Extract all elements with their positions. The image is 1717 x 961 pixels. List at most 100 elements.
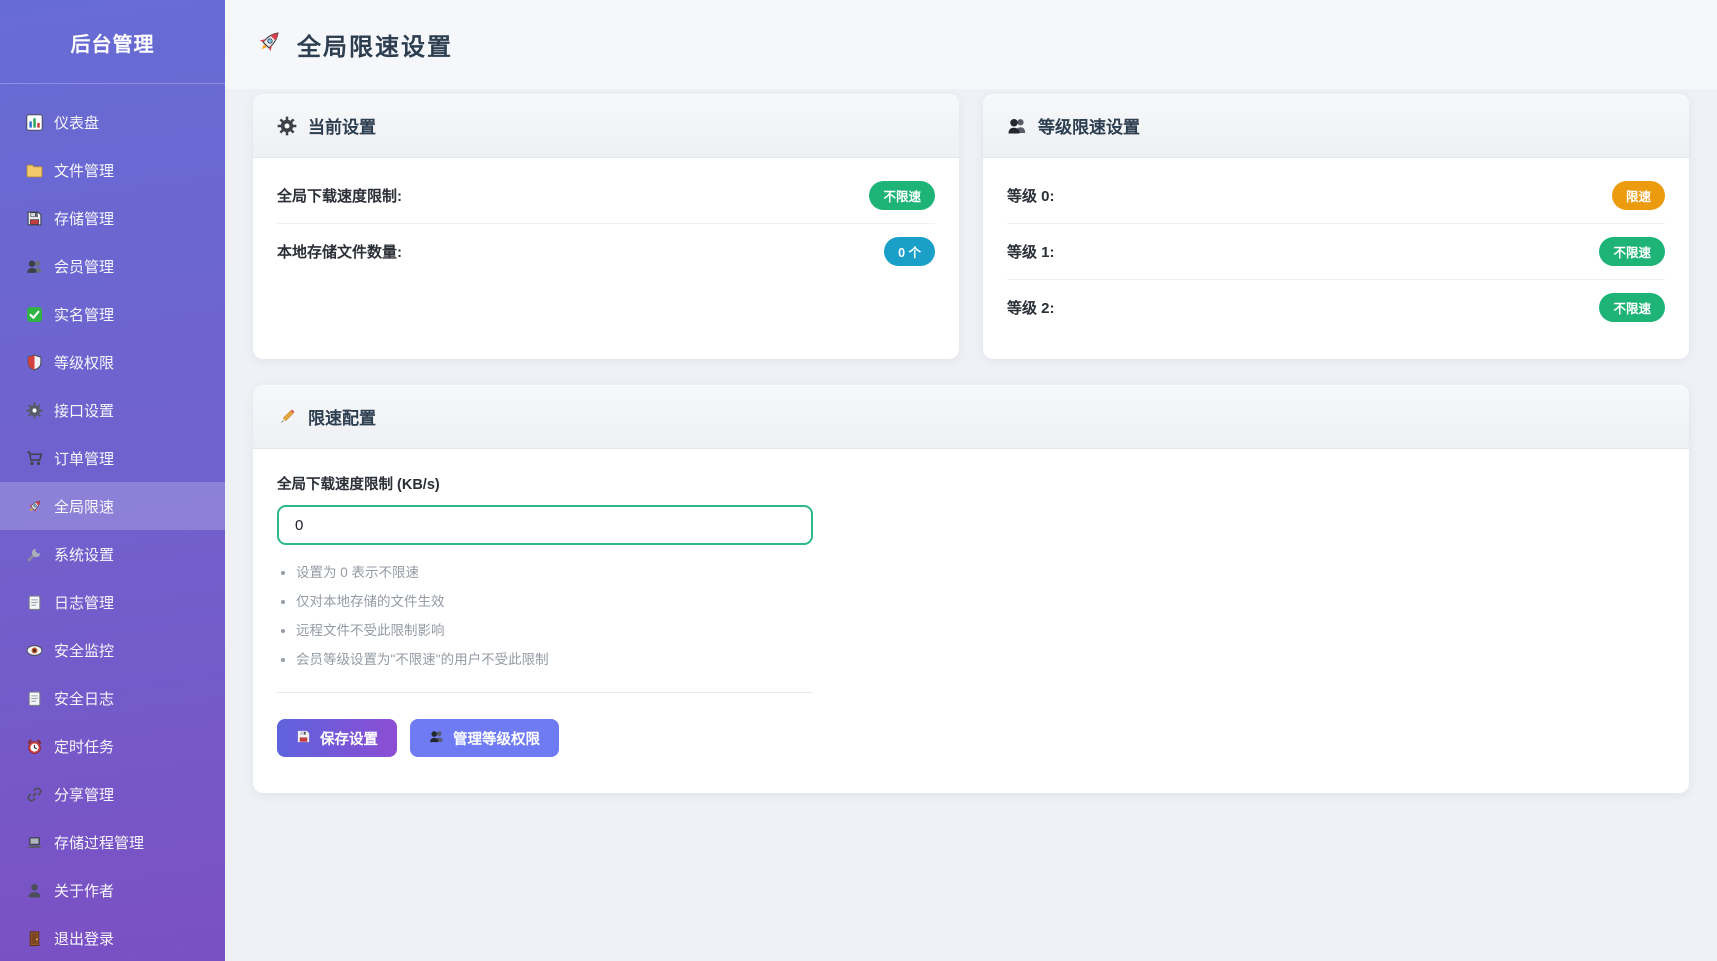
sidebar-item-global-speed-limit[interactable]: 全局限速 bbox=[0, 482, 225, 530]
main-area: 全局限速设置 当前设置 全局下载速度限制: 不限速 bbox=[225, 0, 1717, 961]
manage-level-perms-button[interactable]: 管理等级权限 bbox=[410, 719, 559, 757]
users-icon bbox=[1007, 116, 1027, 136]
speed-limit-input[interactable] bbox=[277, 505, 813, 545]
note-item: 仅对本地存储的文件生效 bbox=[296, 590, 1665, 610]
form-divider bbox=[277, 692, 813, 693]
alarm-clock-icon bbox=[26, 738, 43, 755]
speed-input-label: 全局下载速度限制 (KB/s) bbox=[277, 473, 1665, 494]
status-badge: 不限速 bbox=[1599, 237, 1665, 266]
top-cards-row: 当前设置 全局下载速度限制: 不限速 本地存储文件数量: 0 个 bbox=[253, 94, 1689, 359]
status-badge: 不限速 bbox=[1599, 293, 1665, 322]
sidebar-item-security-monitor[interactable]: 安全监控 bbox=[0, 626, 225, 674]
status-badge: 0 个 bbox=[884, 237, 935, 266]
sidebar-item-level-perms[interactable]: 等级权限 bbox=[0, 338, 225, 386]
info-label: 等级 0: bbox=[1007, 185, 1055, 206]
status-badge: 不限速 bbox=[869, 181, 935, 210]
manage-level-perms-button-label: 管理等级权限 bbox=[453, 728, 540, 749]
notepad-icon bbox=[26, 594, 43, 611]
cart-icon bbox=[26, 450, 43, 467]
info-row-level-1: 等级 1: 不限速 bbox=[1007, 224, 1665, 280]
shield-icon bbox=[26, 354, 43, 371]
level-settings-card-body: 等级 0: 限速 等级 1: 不限速 等级 2: 不限速 bbox=[983, 158, 1689, 359]
sidebar-item-shares[interactable]: 分享管理 bbox=[0, 770, 225, 818]
config-notes: 设置为 0 表示不限速 仅对本地存储的文件生效 远程文件不受此限制影响 会员等级… bbox=[277, 561, 1665, 668]
sidebar-item-label: 系统设置 bbox=[54, 544, 114, 565]
sidebar-item-label: 等级权限 bbox=[54, 352, 114, 373]
info-row-local-file-count: 本地存储文件数量: 0 个 bbox=[277, 224, 935, 279]
sidebar-item-label: 存储过程管理 bbox=[54, 832, 144, 853]
speed-config-card-body: 全局下载速度限制 (KB/s) 设置为 0 表示不限速 仅对本地存储的文件生效 … bbox=[253, 449, 1689, 793]
info-label: 全局下载速度限制: bbox=[277, 185, 402, 206]
sidebar-item-label: 定时任务 bbox=[54, 736, 114, 757]
info-label: 等级 2: bbox=[1007, 297, 1055, 318]
level-settings-card: 等级限速设置 等级 0: 限速 等级 1: 不限速 等级 2: bbox=[983, 94, 1689, 359]
floppy-icon bbox=[296, 729, 311, 748]
rocket-icon bbox=[255, 28, 283, 61]
users-icon bbox=[26, 258, 43, 275]
users-icon bbox=[429, 729, 444, 748]
sidebar-item-storage[interactable]: 存储管理 bbox=[0, 194, 225, 242]
info-row-level-0: 等级 0: 限速 bbox=[1007, 168, 1665, 224]
note-item: 远程文件不受此限制影响 bbox=[296, 619, 1665, 639]
save-settings-button[interactable]: 保存设置 bbox=[277, 719, 397, 757]
sidebar-item-label: 存储管理 bbox=[54, 208, 114, 229]
sidebar-item-label: 订单管理 bbox=[54, 448, 114, 469]
status-badge: 限速 bbox=[1612, 181, 1665, 210]
page-header: 全局限速设置 bbox=[225, 0, 1717, 89]
current-settings-card-header: 当前设置 bbox=[253, 94, 959, 158]
sidebar-item-label: 全局限速 bbox=[54, 496, 114, 517]
info-row-global-limit: 全局下载速度限制: 不限速 bbox=[277, 168, 935, 224]
sidebar-item-about-author[interactable]: 关于作者 bbox=[0, 866, 225, 914]
sidebar-item-dashboard[interactable]: 仪表盘 bbox=[0, 98, 225, 146]
sidebar-item-logout[interactable]: 退出登录 bbox=[0, 914, 225, 961]
note-item: 会员等级设置为"不限速"的用户不受此限制 bbox=[296, 648, 1665, 668]
sidebar-item-label: 会员管理 bbox=[54, 256, 114, 277]
save-settings-button-label: 保存设置 bbox=[320, 728, 378, 749]
info-label: 本地存储文件数量: bbox=[277, 241, 402, 262]
info-label: 等级 1: bbox=[1007, 241, 1055, 262]
link-icon bbox=[26, 786, 43, 803]
sidebar-item-system-settings[interactable]: 系统设置 bbox=[0, 530, 225, 578]
gear-icon bbox=[277, 116, 297, 136]
speed-config-card-header: 限速配置 bbox=[253, 385, 1689, 449]
sidebar-item-members[interactable]: 会员管理 bbox=[0, 242, 225, 290]
sidebar-item-files[interactable]: 文件管理 bbox=[0, 146, 225, 194]
sidebar-item-label: 实名管理 bbox=[54, 304, 114, 325]
current-settings-card-body: 全局下载速度限制: 不限速 本地存储文件数量: 0 个 bbox=[253, 158, 959, 303]
level-settings-card-header: 等级限速设置 bbox=[983, 94, 1689, 158]
sidebar-item-label: 文件管理 bbox=[54, 160, 114, 181]
card-title: 当前设置 bbox=[308, 113, 376, 138]
sidebar-item-label: 安全日志 bbox=[54, 688, 114, 709]
sidebar-title: 后台管理 bbox=[0, 0, 225, 83]
person-icon bbox=[26, 882, 43, 899]
page-icon bbox=[26, 690, 43, 707]
laptop-icon bbox=[26, 834, 43, 851]
page-title: 全局限速设置 bbox=[297, 27, 453, 62]
sidebar-item-label: 安全监控 bbox=[54, 640, 114, 661]
card-title: 等级限速设置 bbox=[1038, 113, 1140, 138]
sidebar-item-realname[interactable]: 实名管理 bbox=[0, 290, 225, 338]
sidebar-item-label: 分享管理 bbox=[54, 784, 114, 805]
bar-chart-icon bbox=[26, 114, 43, 131]
wrench-icon bbox=[26, 546, 43, 563]
sidebar-item-api-settings[interactable]: 接口设置 bbox=[0, 386, 225, 434]
sidebar-item-label: 接口设置 bbox=[54, 400, 114, 421]
sidebar-item-label: 关于作者 bbox=[54, 880, 114, 901]
sidebar-item-scheduled-tasks[interactable]: 定时任务 bbox=[0, 722, 225, 770]
door-icon bbox=[26, 930, 43, 947]
sidebar-item-security-logs[interactable]: 安全日志 bbox=[0, 674, 225, 722]
sidebar-item-stored-procedures[interactable]: 存储过程管理 bbox=[0, 818, 225, 866]
pencil-icon bbox=[277, 407, 297, 427]
sidebar-nav: 仪表盘 文件管理 存储管理 会员管理 实名管理 等级权限 bbox=[0, 84, 225, 961]
gear-icon bbox=[26, 402, 43, 419]
card-title: 限速配置 bbox=[308, 404, 376, 429]
speed-config-card: 限速配置 全局下载速度限制 (KB/s) 设置为 0 表示不限速 仅对本地存储的… bbox=[253, 385, 1689, 793]
sidebar: 后台管理 仪表盘 文件管理 存储管理 会员管理 实名管理 bbox=[0, 0, 225, 961]
content: 当前设置 全局下载速度限制: 不限速 本地存储文件数量: 0 个 bbox=[225, 89, 1717, 793]
sidebar-item-orders[interactable]: 订单管理 bbox=[0, 434, 225, 482]
button-row: 保存设置 管理等级权限 bbox=[277, 719, 1665, 757]
info-row-level-2: 等级 2: 不限速 bbox=[1007, 280, 1665, 335]
sidebar-item-logs[interactable]: 日志管理 bbox=[0, 578, 225, 626]
note-item: 设置为 0 表示不限速 bbox=[296, 561, 1665, 581]
floppy-icon bbox=[26, 210, 43, 227]
